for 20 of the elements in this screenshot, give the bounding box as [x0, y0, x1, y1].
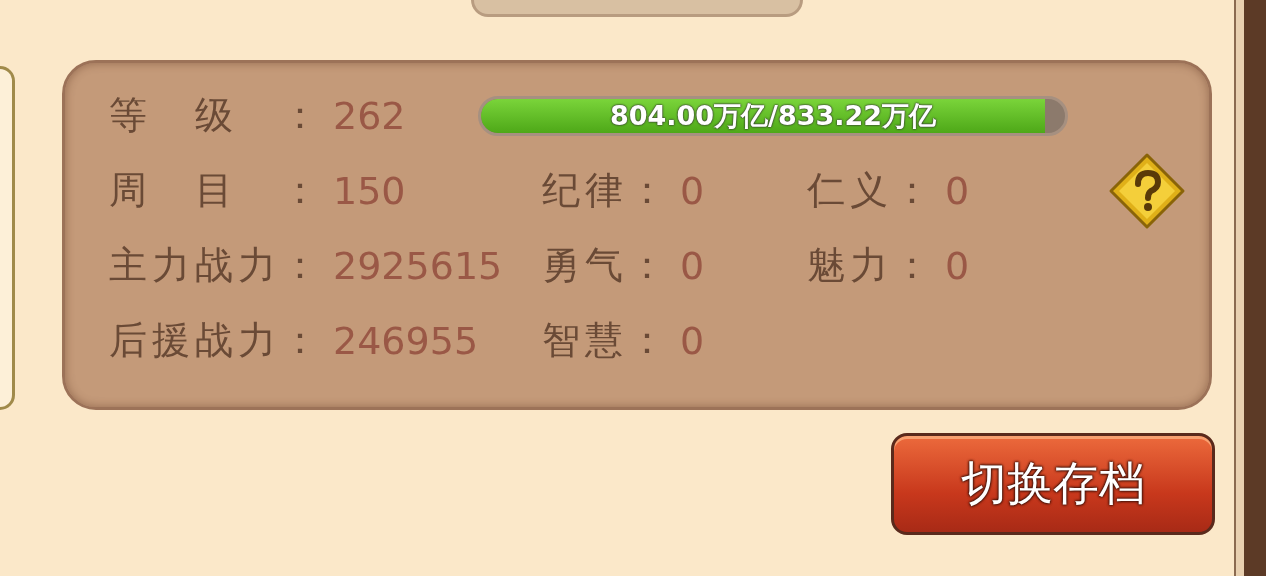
stat-label: 仁义： [807, 167, 931, 214]
stat-value: 262 [333, 93, 406, 138]
stat-label: 智慧： [542, 317, 666, 364]
stat-value: 0 [945, 168, 970, 213]
stat-value: 0 [680, 243, 705, 288]
stat-value: 0 [680, 168, 705, 213]
stat-label: 纪律： [542, 167, 666, 214]
switch-save-button[interactable]: 切换存档 [890, 433, 1215, 535]
stat-value: 150 [333, 168, 406, 213]
stat-label: 后援战力： [109, 317, 319, 364]
stat-label: 勇气： [542, 242, 666, 289]
stat-label: 周目： [109, 167, 319, 214]
stat-value: 0 [680, 318, 705, 363]
stat-value: 2925615 [333, 243, 503, 288]
stat-label: 魅力： [807, 242, 931, 289]
stat-value: 0 [945, 243, 970, 288]
stat-label: 等级： [109, 92, 319, 139]
exp-text: 804.00万亿/833.22万亿 [609, 98, 937, 133]
stat-value: 246955 [333, 318, 479, 363]
stat-label: 主力战力： [109, 242, 319, 289]
